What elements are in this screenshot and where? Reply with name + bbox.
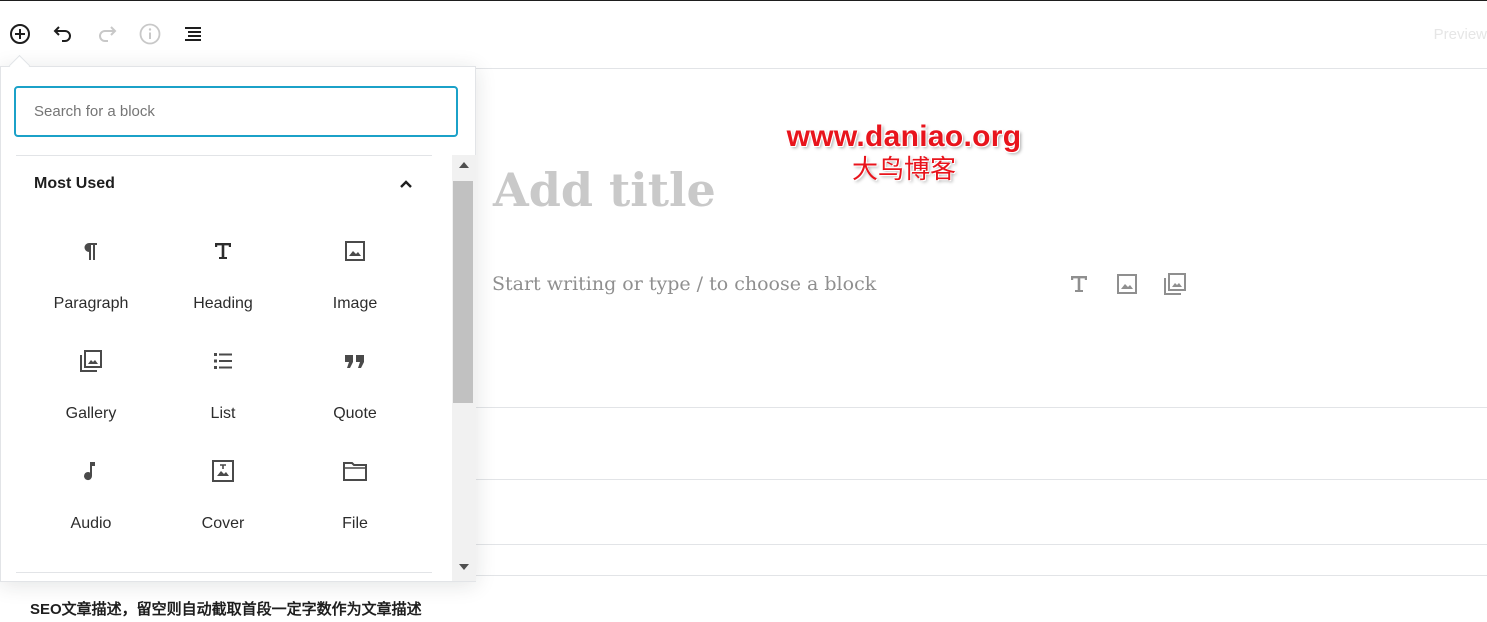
chevron-up-icon xyxy=(400,180,412,188)
add-block-button[interactable] xyxy=(4,18,36,50)
watermark: www.daniao.org 大鸟博客 xyxy=(784,120,1024,186)
block-label: Quote xyxy=(333,405,377,422)
panel-title: Most Used xyxy=(34,175,115,192)
scroll-down-arrow[interactable] xyxy=(452,561,476,573)
block-item-gallery[interactable]: Gallery xyxy=(25,345,157,445)
block-item-quote[interactable]: Quote xyxy=(289,345,421,445)
block-inserter-popover: Most Used Paragraph Heading xyxy=(0,66,476,582)
heading-icon xyxy=(209,237,237,265)
block-label: Gallery xyxy=(65,405,117,422)
editor-divider xyxy=(476,407,1487,408)
block-label: List xyxy=(210,405,236,422)
block-label: File xyxy=(342,515,368,532)
watermark-url: www.daniao.org xyxy=(786,120,1022,153)
info-button[interactable] xyxy=(134,18,166,50)
block-item-heading[interactable]: Heading xyxy=(157,235,289,335)
undo-button[interactable] xyxy=(47,18,79,50)
redo-icon xyxy=(99,26,117,42)
editor-divider xyxy=(476,479,1487,480)
editor-divider xyxy=(476,544,1487,545)
gallery-icon xyxy=(1164,273,1186,295)
block-label: Audio xyxy=(70,515,112,532)
quote-icon xyxy=(341,347,369,375)
block-item-audio[interactable]: Audio xyxy=(25,455,157,555)
block-label: Cover xyxy=(201,515,245,532)
block-item-list[interactable]: List xyxy=(157,345,289,445)
block-label: Image xyxy=(332,295,378,312)
triangle-down-icon xyxy=(459,564,469,570)
list-view-icon xyxy=(185,27,201,41)
inserter-divider xyxy=(16,572,432,573)
plus-circle-icon xyxy=(10,24,30,44)
gallery-icon xyxy=(77,347,105,375)
undo-icon xyxy=(53,26,71,42)
outline-button[interactable] xyxy=(177,18,209,50)
file-icon xyxy=(341,457,369,485)
info-icon xyxy=(139,23,161,45)
watermark-name: 大鸟博客 xyxy=(851,155,956,185)
post-title-input[interactable]: Add title xyxy=(493,163,716,217)
triangle-up-icon xyxy=(459,162,469,168)
image-icon xyxy=(341,237,369,265)
preview-button[interactable]: Preview xyxy=(1434,26,1487,43)
image-icon xyxy=(1117,274,1137,294)
block-label: Heading xyxy=(193,295,253,312)
heading-icon xyxy=(1071,276,1087,292)
paragraph-icon xyxy=(77,237,105,265)
block-item-image[interactable]: Image xyxy=(289,235,421,335)
scroll-up-arrow[interactable] xyxy=(452,159,476,171)
collapse-panel-button[interactable] xyxy=(394,172,418,196)
scroll-thumb[interactable] xyxy=(453,181,473,403)
editor-toolbar: Preview xyxy=(0,1,1487,69)
inserter-divider xyxy=(16,155,432,156)
seo-description-label: SEO文章描述，留空则自动截取首段一定字数作为文章描述 xyxy=(30,601,422,618)
block-search-input[interactable] xyxy=(14,86,458,137)
block-item-paragraph[interactable]: Paragraph xyxy=(25,235,157,335)
block-label: Paragraph xyxy=(53,295,129,312)
block-item-cover[interactable]: Cover xyxy=(157,455,289,555)
inserter-scrollbar[interactable] xyxy=(452,155,476,581)
most-used-panel-header[interactable]: Most Used xyxy=(16,163,436,207)
insert-gallery-button[interactable] xyxy=(1161,270,1189,298)
audio-icon xyxy=(77,457,105,485)
redo-button[interactable] xyxy=(91,18,123,50)
cover-icon xyxy=(209,457,237,485)
insert-heading-button[interactable] xyxy=(1065,270,1093,298)
default-block-appender[interactable]: Start writing or type / to choose a bloc… xyxy=(492,273,876,295)
block-item-file[interactable]: File xyxy=(289,455,421,555)
list-icon xyxy=(209,347,237,375)
insert-image-button[interactable] xyxy=(1113,270,1141,298)
